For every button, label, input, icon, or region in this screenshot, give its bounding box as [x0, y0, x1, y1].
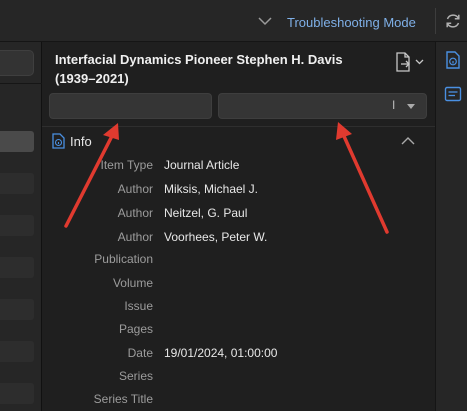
header-dropdown-input[interactable]: I: [218, 93, 427, 119]
list-item[interactable]: [0, 383, 34, 404]
field-label-author[interactable]: Author: [118, 182, 153, 196]
troubleshooting-mode-label[interactable]: Troubleshooting Mode: [287, 15, 416, 30]
field-label-date: Date: [127, 346, 153, 360]
field-value-item-type[interactable]: Journal Article: [164, 158, 239, 172]
info-document-icon[interactable]: [444, 51, 462, 69]
field-label-author[interactable]: Author: [118, 206, 153, 220]
chevron-up-icon[interactable]: [401, 136, 415, 145]
section-divider: [42, 126, 435, 127]
list-item[interactable]: [0, 299, 34, 320]
list-item[interactable]: [0, 257, 34, 278]
list-item[interactable]: [0, 173, 34, 194]
info-document-icon: [52, 133, 65, 149]
list-item[interactable]: [0, 131, 34, 152]
abstract-icon[interactable]: [444, 85, 462, 103]
top-toolbar: Troubleshooting Mode: [0, 0, 467, 42]
field-value-date[interactable]: 19/01/2024, 01:00:00: [164, 346, 277, 360]
sync-icon[interactable]: [444, 12, 462, 30]
field-label-issue: Issue: [124, 299, 153, 313]
field-label-author[interactable]: Author: [118, 230, 153, 244]
field-value-author[interactable]: Neitzel, G. Paul: [164, 206, 247, 220]
field-label-pages: Pages: [118, 322, 153, 336]
side-navigation-bar: [435, 42, 467, 411]
search-input[interactable]: [0, 50, 34, 76]
field-label-volume: Volume: [112, 276, 153, 290]
toolbar-divider: [435, 8, 436, 34]
field-label-series: Series: [118, 369, 153, 383]
list-item[interactable]: [0, 215, 34, 236]
info-section-title[interactable]: Info: [70, 134, 92, 149]
items-list-pane: [0, 42, 42, 411]
chevron-down-icon[interactable]: [258, 16, 272, 26]
document-arrow-icon[interactable]: [391, 51, 427, 73]
pane-divider: [0, 83, 42, 84]
list-item[interactable]: [0, 341, 34, 362]
field-label-series-title: Series Title: [93, 392, 153, 406]
field-value-author[interactable]: Voorhees, Peter W.: [164, 230, 267, 244]
dropdown-arrow-icon[interactable]: [407, 104, 415, 109]
header-dropdown-value: I: [392, 98, 396, 112]
header-text-input[interactable]: [49, 93, 212, 119]
item-title[interactable]: Interfacial Dynamics Pioneer Stephen H. …: [55, 50, 385, 88]
item-pane: Interfacial Dynamics Pioneer Stephen H. …: [42, 42, 435, 411]
field-value-author[interactable]: Miksis, Michael J.: [164, 182, 258, 196]
field-label-item-type: Item Type: [100, 158, 153, 172]
field-label-publication: Publication: [94, 252, 153, 266]
